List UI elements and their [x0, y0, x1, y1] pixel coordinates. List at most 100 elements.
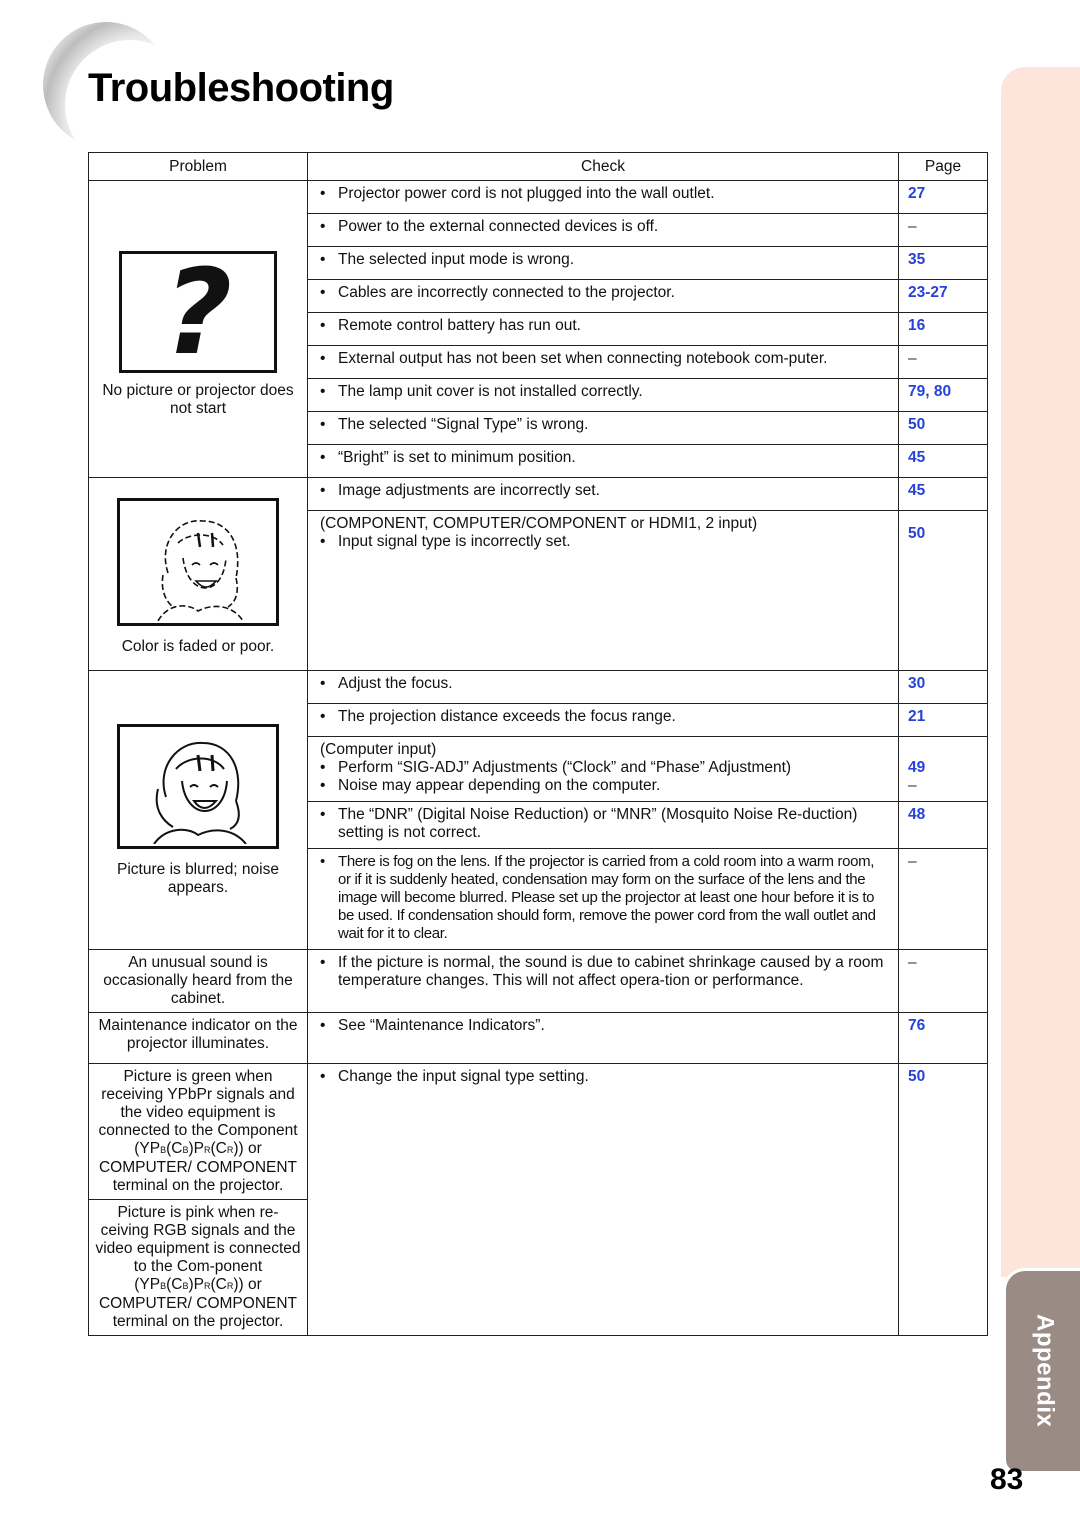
table-header-row: Problem Check Page [88, 152, 988, 181]
bullet-icon: • [320, 482, 326, 499]
page-number: 83 [990, 1463, 1024, 1496]
check-text: See “Maintenance Indicators”. [338, 1017, 545, 1034]
table-row: Maintenance indicator on the projector i… [88, 1012, 988, 1064]
page-link[interactable]: 50 [898, 411, 988, 445]
problem-text: Picture is green when receiving YPbPr si… [98, 1068, 298, 1194]
bullet-icon: • [320, 1017, 326, 1034]
page-ref: – [908, 777, 917, 794]
girl-face-icon [153, 741, 247, 844]
table-row: Color is faded or poor. • Image adjustmen… [88, 477, 988, 671]
problem-text: Picture is blurred; noise appears. [117, 861, 279, 896]
check-text: Input signal type is incorrectly set. [338, 533, 571, 550]
page-link[interactable]: 48 [898, 801, 988, 849]
problem-text: No picture or projector does not start [102, 382, 294, 417]
check-note: (COMPONENT, COMPUTER/COMPONENT or HDMI1,… [320, 515, 758, 532]
check-cell: • The “DNR” (Digital Noise Reduction) or … [307, 801, 899, 849]
page-link[interactable]: 49 [908, 759, 979, 777]
bullet-icon: • [320, 449, 326, 466]
bullet-icon: • [320, 284, 326, 301]
check-cell: • See “Maintenance Indicators”. [307, 1012, 899, 1064]
page-link[interactable]: 76 [898, 1012, 988, 1064]
table-row: Picture is green when receiving YPbPr si… [88, 1063, 988, 1336]
check-text: The selected input mode is wrong. [338, 251, 575, 268]
page-link[interactable]: 27 [898, 180, 988, 214]
bullet-icon: • [320, 350, 326, 367]
check-cell: • Change the input signal type setting. [307, 1063, 899, 1336]
bullet-icon: • [320, 1068, 326, 1085]
table-row: Picture is blurred; noise appears. • Adju… [88, 670, 988, 950]
header-check: Check [307, 152, 899, 181]
appendix-tab[interactable]: Appendix [1003, 1268, 1080, 1474]
appendix-tab-label: Appendix [1031, 1314, 1059, 1428]
check-text: Power to the external connected devices … [338, 218, 659, 235]
bullet-icon: • [320, 317, 326, 334]
problem-text: Color is faded or poor. [121, 638, 275, 655]
girl-face-icon [157, 520, 244, 621]
troubleshooting-table: Problem Check Page ? No picture or proje… [88, 152, 988, 1336]
page-title: Troubleshooting [88, 66, 394, 110]
side-band [1001, 67, 1080, 1277]
page-cell: 49 – [898, 736, 988, 802]
check-text: If the picture is normal, the sound is d… [338, 954, 884, 989]
page-ref: – [898, 345, 988, 379]
problem-cell: An unusual sound is occasionally heard f… [88, 949, 308, 1013]
check-text: Cables are incorrectly connected to the … [338, 284, 675, 301]
check-text: Noise may appear depending on the comput… [338, 777, 661, 794]
problem-cell: Picture is blurred; noise appears. [88, 670, 308, 950]
check-note: (Computer input) [320, 741, 437, 758]
check-cell: (COMPONENT, COMPUTER/COMPONENT or HDMI1,… [307, 510, 899, 671]
bullet-icon: • [320, 533, 326, 550]
page-link[interactable]: 45 [898, 444, 988, 478]
page-link[interactable]: 45 [898, 477, 988, 511]
check-text: The selected “Signal Type” is wrong. [338, 416, 589, 433]
question-mark-illustration: ? [119, 251, 277, 373]
page-link[interactable]: 23-27 [898, 279, 988, 313]
bullet-icon: • [320, 251, 326, 268]
problem-cell: Maintenance indicator on the projector i… [88, 1012, 308, 1064]
page-link[interactable]: 35 [898, 246, 988, 280]
check-text: Adjust the focus. [338, 675, 453, 692]
page-link[interactable]: 50 [898, 1063, 988, 1336]
page-link[interactable]: 79, 80 [898, 378, 988, 412]
check-cell: • There is fog on the lens. If the projec… [307, 848, 899, 950]
page-ref: – [898, 949, 988, 1013]
bullet-icon: • [320, 675, 326, 692]
page-link[interactable]: 50 [898, 510, 988, 671]
check-cell: • Remote control battery has run out. [307, 312, 899, 346]
page-link[interactable]: 30 [898, 670, 988, 704]
question-mark-icon: ? [163, 243, 233, 381]
check-cell: • External output has not been set when c… [307, 345, 899, 379]
bullet-icon: • [320, 777, 326, 794]
check-text: Image adjustments are incorrectly set. [338, 482, 600, 499]
page-link[interactable]: 21 [898, 703, 988, 737]
problem-cell: Picture is pink when re-ceiving RGB sign… [88, 1199, 308, 1336]
check-cell: (Computer input) • Perform “SIG-ADJ” Adju… [307, 736, 899, 802]
bullet-icon: • [320, 708, 326, 725]
check-text: Projector power cord is not plugged into… [338, 185, 715, 202]
problem-cell: Color is faded or poor. [88, 477, 308, 671]
check-text: The lamp unit cover is not installed cor… [338, 383, 643, 400]
check-cell: • The selected input mode is wrong. [307, 246, 899, 280]
check-cell: • Cables are incorrectly connected to the… [307, 279, 899, 313]
check-text: Remote control battery has run out. [338, 317, 581, 334]
header-problem: Problem [88, 152, 308, 181]
header-page: Page [898, 152, 988, 181]
check-text: The “DNR” (Digital Noise Reduction) or “… [338, 806, 858, 841]
bullet-icon: • [320, 416, 326, 433]
page-link-text[interactable]: 50 [908, 515, 979, 543]
check-text: External output has not been set when co… [338, 350, 828, 367]
check-cell: • The lamp unit cover is not installed co… [307, 378, 899, 412]
bullet-icon: • [320, 218, 326, 235]
check-text: Change the input signal type setting. [338, 1068, 589, 1085]
check-text: The projection distance exceeds the focu… [338, 708, 676, 725]
check-cell: • Power to the external connected devices… [307, 213, 899, 247]
page-link[interactable]: 16 [898, 312, 988, 346]
page-ref: – [898, 213, 988, 247]
table-row: An unusual sound is occasionally heard f… [88, 949, 988, 1013]
problem-text: An unusual sound is occasionally heard f… [103, 954, 293, 1007]
girl-faded-illustration [117, 498, 279, 626]
check-cell: • If the picture is normal, the sound is … [307, 949, 899, 1013]
check-cell: • Projector power cord is not plugged int… [307, 180, 899, 214]
table-row: ? No picture or projector does not start… [88, 180, 988, 478]
bullet-icon: • [320, 954, 326, 971]
